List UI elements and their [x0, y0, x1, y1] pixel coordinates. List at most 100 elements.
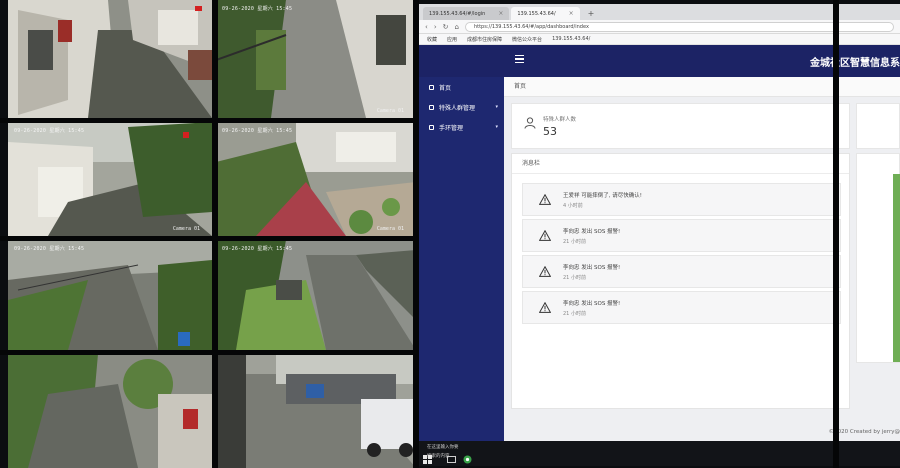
sidebar-item-special-population[interactable]: 特殊人群管理 ▾ [419, 97, 504, 117]
home-icon [429, 84, 434, 90]
camera-scene-8 [216, 354, 416, 468]
camera-timestamp: 09-26-2020 星期六 15:45 [222, 6, 293, 12]
warning-icon [539, 302, 551, 313]
camera-feed-7 [8, 354, 212, 468]
camera-timestamp: 09-26-2020 星期六 15:45 [222, 128, 293, 134]
taskbar: 在这里输入你要搜索的内容 [419, 441, 900, 466]
camera-scene-6 [216, 240, 416, 350]
bookmark-item[interactable]: 成都市住房保障 [467, 36, 502, 43]
camera-feed-8 [216, 354, 416, 468]
home-icon[interactable]: ⌂ [455, 23, 459, 31]
app-title: 金城社区智慧信息系 [810, 58, 900, 69]
screen-bezel [0, 350, 419, 355]
message-text: 李向忠 发出 SOS 报警! [563, 229, 621, 235]
message-item[interactable]: 李向忠 发出 SOS 报警! 21 小时前 [522, 219, 841, 252]
people-icon [429, 104, 434, 110]
stat-card: 特殊人群人数 53 [511, 103, 850, 149]
message-time: 21 小时前 [563, 239, 586, 245]
new-tab-button[interactable]: + [582, 7, 601, 20]
camera-timestamp: 09-26-2020 星期六 15:45 [14, 128, 85, 134]
tab-login[interactable]: 139.155.43.64/#/login × [423, 7, 510, 20]
sidebar-item-wristband[interactable]: 手环管理 ▾ [419, 117, 504, 137]
chevron-down-icon: ▾ [495, 104, 498, 110]
camera-feed-6: 09-26-2020 星期六 15:45 [216, 240, 416, 350]
bookmark-item[interactable]: 139.155.43.64/ [552, 36, 590, 42]
bookmark-item[interactable]: 收藏 [427, 36, 437, 43]
camera-label: Camera 01 [376, 226, 404, 232]
side-card [856, 153, 900, 363]
message-item[interactable]: 王爱祥 可能摔倒了, 请尽快确认! 4 小时前 [522, 183, 841, 216]
camera-feed-4: 09-26-2020 星期六 15:45 Camera 01 [216, 122, 416, 236]
camera-feed-1 [8, 0, 212, 118]
camera-label: Camera 01 [376, 108, 404, 114]
task-view-icon[interactable] [447, 455, 456, 464]
bookmark-item[interactable]: 微信公众平台 [512, 36, 542, 43]
sidebar-item-label: 首页 [439, 84, 452, 92]
user-icon [524, 117, 536, 129]
stat-value: 53 [543, 125, 557, 138]
screen-bezel [0, 118, 419, 123]
side-card [856, 103, 900, 149]
camera-scene-4 [216, 122, 416, 236]
warning-icon [539, 266, 551, 277]
tab-label: 139.155.43.64/#/login [429, 10, 486, 17]
camera-scene-5 [8, 240, 212, 350]
tab-bar: 139.155.43.64/#/login × 139.155.43.64/ ×… [419, 4, 900, 20]
message-panel: 消息栏 王爱祥 可能摔倒了, 请尽快确认! 4 小时前 李向忠 发出 SOS 报… [511, 153, 850, 409]
windows-start-icon[interactable] [423, 455, 432, 464]
record-indicator [195, 6, 202, 11]
camera-scene-2 [216, 0, 416, 118]
camera-label: Camera 01 [172, 226, 200, 232]
taskbar-search[interactable]: 在这里输入你要搜索的内容 [419, 443, 459, 459]
message-text: 李向忠 发出 SOS 报警! [563, 265, 621, 271]
sidebar-item-home[interactable]: 首页 [419, 77, 504, 97]
camera-feed-3: 09-26-2020 星期六 15:45 Camera 01 [8, 122, 212, 236]
dashboard-app: 金城社区智慧信息系 首页 特殊人群管理 ▾ 手环管理 ▾ 首页 特殊人群人数 5… [419, 45, 900, 441]
message-text: 王爱祥 可能摔倒了, 请尽快确认! [563, 193, 642, 199]
address-row: ‹ › ↻ ⌂ https://139.155.43.64/#/app/dash… [419, 20, 900, 34]
back-icon[interactable]: ‹ [425, 23, 428, 31]
browser-window: 139.155.43.64/#/login × 139.155.43.64/ ×… [419, 4, 900, 466]
panel-title: 消息栏 [512, 154, 849, 174]
stat-label: 特殊人群人数 [543, 117, 577, 123]
close-icon[interactable]: × [498, 10, 503, 17]
sidebar-item-label: 特殊人群管理 [439, 104, 476, 112]
bookmarks-bar: 收藏 应用 成都市住房保障 微信公众平台 139.155.43.64/ [419, 34, 900, 45]
green-strip [893, 174, 900, 362]
tab-label: 139.155.43.64/ [517, 10, 556, 17]
message-time: 4 小时前 [563, 203, 583, 209]
message-item[interactable]: 李向忠 发出 SOS 报警! 21 小时前 [522, 291, 841, 324]
message-item[interactable]: 李向忠 发出 SOS 报警! 21 小时前 [522, 255, 841, 288]
forward-icon[interactable]: › [434, 23, 437, 31]
sidebar: 首页 特殊人群管理 ▾ 手环管理 ▾ [419, 77, 504, 441]
footer-credit: ©2020 Created by jerry@ [828, 429, 900, 435]
camera-scene-7 [8, 354, 212, 468]
camera-feed-2: 09-26-2020 星期六 15:45 Camera 01 [216, 0, 416, 118]
close-icon[interactable]: × [569, 10, 574, 17]
warning-icon [539, 230, 551, 241]
reload-icon[interactable]: ↻ [443, 23, 449, 31]
message-time: 21 小时前 [563, 311, 586, 317]
bookmark-item[interactable]: 应用 [447, 36, 457, 43]
screen-bezel [212, 0, 218, 468]
wristband-icon [429, 124, 434, 130]
address-bar[interactable]: https://139.155.43.64/#/app/dashboard/in… [464, 21, 894, 32]
sidebar-item-label: 手环管理 [439, 124, 464, 132]
camera-timestamp: 09-26-2020 星期六 15:45 [222, 246, 293, 252]
message-time: 21 小时前 [563, 275, 586, 281]
warning-icon [539, 194, 551, 205]
camera-feed-5: 09-26-2020 星期六 15:45 [8, 240, 212, 350]
browser-icon[interactable] [463, 455, 472, 464]
camera-scene-3 [8, 122, 212, 236]
chevron-down-icon: ▾ [495, 124, 498, 130]
screen-bezel [833, 0, 839, 468]
camera-timestamp: 09-26-2020 星期六 15:45 [14, 246, 85, 252]
message-text: 李向忠 发出 SOS 报警! [563, 301, 621, 307]
photo-of-video-wall: 09-26-2020 星期六 15:45 Camera 01 09-26-202… [0, 0, 900, 468]
main-content: 首页 特殊人群人数 53 消息栏 王爱祥 可能摔倒了, 请尽快确认! 4 小时前… [504, 77, 900, 441]
camera-scene-1 [8, 0, 212, 118]
menu-toggle-icon[interactable] [515, 55, 524, 63]
tab-dashboard[interactable]: 139.155.43.64/ × [511, 7, 580, 20]
app-header: 金城社区智慧信息系 [419, 45, 900, 77]
breadcrumb[interactable]: 首页 [504, 77, 900, 97]
